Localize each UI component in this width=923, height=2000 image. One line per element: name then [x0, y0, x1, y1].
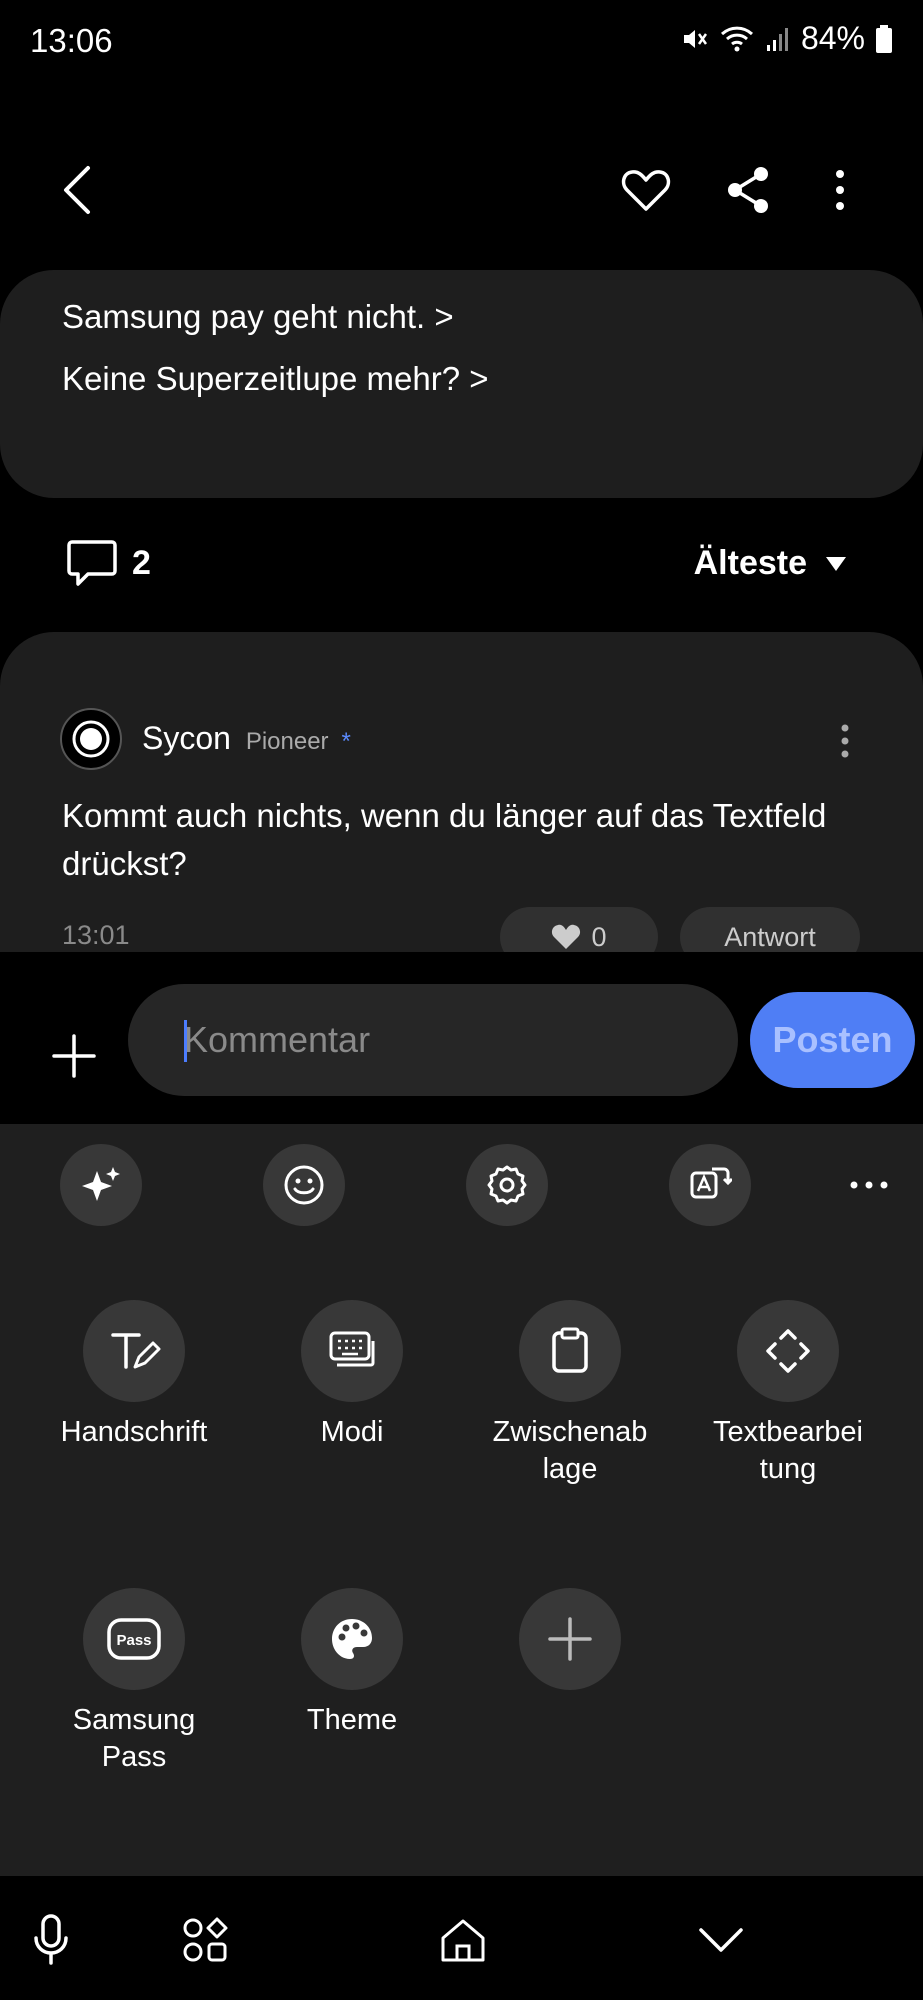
home-button[interactable]: [428, 1908, 498, 1972]
comment-composer: Posten: [0, 952, 923, 1124]
emoji-button[interactable]: [263, 1144, 345, 1226]
avatar[interactable]: [60, 708, 122, 770]
top-app-bar: [0, 140, 923, 240]
comment-card: Sycon Pioneer * Kommt auch nichts, wenn …: [0, 632, 923, 952]
ai-tools-button[interactable]: [60, 1144, 142, 1226]
share-button[interactable]: [708, 150, 788, 230]
related-post-link[interactable]: Samsung pay geht nicht. >: [62, 286, 861, 348]
status-icons: 84%: [679, 20, 893, 57]
samsung-pass-icon: Pass: [106, 1617, 162, 1661]
more-vertical-icon: [834, 168, 846, 212]
handwriting-button[interactable]: Handschrift: [25, 1300, 243, 1451]
related-post-link[interactable]: Keine Superzeitlupe mehr? >: [62, 348, 861, 410]
comment-bubble-icon: [66, 538, 118, 588]
signal-icon: [765, 25, 791, 53]
heart-icon: [551, 923, 581, 951]
share-icon: [725, 165, 771, 215]
theme-button[interactable]: Theme: [243, 1588, 461, 1739]
more-options-button[interactable]: [800, 150, 880, 230]
sparkle-icon: [79, 1163, 123, 1207]
more-vertical-icon: [840, 723, 850, 759]
heart-icon: [621, 167, 671, 213]
microphone-icon: [31, 1913, 71, 1967]
status-time: 13:06: [30, 22, 113, 59]
voice-input-button[interactable]: [16, 1908, 86, 1972]
handwriting-icon: [107, 1327, 161, 1375]
translate-button[interactable]: [669, 1144, 751, 1226]
emoji-icon: [282, 1163, 326, 1207]
text-editing-button[interactable]: Textbearbei tung: [679, 1300, 897, 1488]
keyboard-nav-bar: [0, 1876, 923, 2000]
clipboard-icon: [548, 1327, 592, 1375]
comment-text: Kommt auch nichts, wenn du länger auf da…: [62, 797, 827, 882]
battery-percent: 84%: [800, 20, 865, 56]
comments-header: 2 Älteste: [0, 530, 923, 600]
samsung-pass-button[interactable]: Pass Samsung Pass: [25, 1588, 243, 1776]
keyboard-panel: Handschrift Modi Zwischenab lage Textbea…: [0, 1124, 923, 1876]
keyboard-modes-icon: [327, 1329, 377, 1373]
author-rank: Pioneer: [245, 728, 329, 755]
translate-icon: [688, 1163, 732, 1207]
wifi-icon: [719, 24, 755, 54]
home-icon: [439, 1916, 487, 1964]
add-icon: [50, 1032, 98, 1080]
settings-icon: [485, 1163, 529, 1207]
post-button[interactable]: Posten: [750, 992, 915, 1088]
related-posts-card: Samsung pay geht nicht. > Keine Superzei…: [0, 270, 923, 498]
back-button[interactable]: [38, 150, 118, 230]
handwriting-label: Handschrift: [60, 1416, 208, 1448]
author-name: Sycon: [142, 720, 231, 756]
apps-icon: [181, 1916, 229, 1964]
hide-keyboard-icon: [697, 1926, 745, 1954]
sort-label: Älteste: [693, 544, 807, 582]
comment-author[interactable]: Sycon Pioneer *: [142, 720, 351, 757]
rank-mark: *: [341, 728, 351, 755]
hide-keyboard-button[interactable]: [686, 1908, 756, 1972]
more-horizontal-icon: [849, 1180, 889, 1190]
text-editing-icon: [763, 1326, 813, 1376]
mute-icon: [679, 24, 709, 54]
toolbar-more-button[interactable]: [839, 1158, 899, 1212]
keyboard-settings-button[interactable]: [466, 1144, 548, 1226]
comment-count: 2: [66, 538, 151, 588]
clipboard-button[interactable]: Zwischenab lage: [461, 1300, 679, 1488]
text-editing-label: Textbearbei tung: [713, 1416, 863, 1485]
keyboard-toolbar: [0, 1144, 923, 1226]
dropdown-triangle-icon: [825, 556, 847, 572]
status-bar: 13:06 84%: [0, 0, 923, 86]
comment-count-value: 2: [132, 543, 151, 582]
sort-dropdown[interactable]: Älteste: [694, 544, 847, 583]
comment-like-button[interactable]: 0: [500, 907, 658, 952]
samsung-pass-label: Samsung Pass: [72, 1704, 196, 1773]
clipboard-label: Zwischenab lage: [492, 1416, 648, 1485]
comment-input[interactable]: [128, 984, 738, 1096]
keyboard-modes-button[interactable]: Modi: [243, 1300, 461, 1451]
palette-icon: [328, 1615, 376, 1663]
attach-button[interactable]: [36, 1018, 112, 1094]
text-cursor: [184, 1020, 187, 1062]
svg-text:Pass: Pass: [116, 1632, 151, 1649]
back-arrow-icon: [58, 162, 98, 218]
modes-label: Modi: [320, 1416, 384, 1448]
comment-time: 13:01: [62, 920, 130, 950]
comment-more-button[interactable]: [825, 716, 865, 766]
reply-button[interactable]: Antwort: [680, 907, 860, 952]
battery-icon: [875, 24, 893, 54]
like-count: 0: [591, 921, 607, 952]
keyboard-apps-button[interactable]: [170, 1908, 240, 1972]
theme-label: Theme: [306, 1704, 398, 1736]
add-icon: [546, 1615, 594, 1663]
like-post-button[interactable]: [606, 150, 686, 230]
add-tool-button[interactable]: [461, 1588, 679, 1690]
